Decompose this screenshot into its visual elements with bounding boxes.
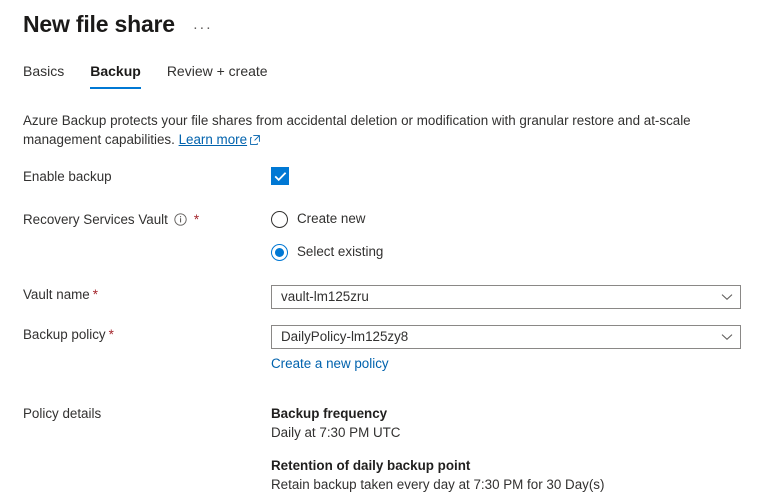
- chevron-down-icon: [721, 293, 733, 301]
- tab-bar: Basics Backup Review + create: [0, 62, 758, 89]
- policy-detail-retention-body: Retain backup taken every day at 7:30 PM…: [271, 477, 605, 492]
- policy-detail-retention-heading: Retention of daily backup point: [271, 458, 471, 473]
- policy-detail-frequency-heading: Backup frequency: [271, 406, 388, 421]
- policy-detail-frequency: Backup frequency Daily at 7:30 PM UTC: [271, 404, 758, 442]
- policy-details-label: Policy details: [23, 406, 102, 421]
- radio-create-new-label: Create new: [297, 211, 366, 226]
- backup-policy-label-text: Backup policy: [23, 327, 106, 342]
- backup-policy-label: Backup policy *: [23, 325, 271, 344]
- more-options-icon[interactable]: ···: [193, 20, 213, 35]
- policy-detail-retention: Retention of daily backup point Retain b…: [271, 456, 758, 494]
- chevron-down-icon: [721, 333, 733, 341]
- backup-form: Enable backup Recovery Services Vault * C…: [0, 167, 758, 494]
- recovery-services-vault-label-text: Recovery Services Vault: [23, 212, 168, 227]
- backup-policy-required: *: [108, 327, 114, 342]
- description-text: Azure Backup protects your file shares f…: [23, 111, 753, 149]
- row-recovery-services-vault: Recovery Services Vault * Create new Sele…: [23, 210, 758, 261]
- tab-basics[interactable]: Basics: [23, 62, 64, 89]
- vault-name-required: *: [92, 287, 98, 302]
- row-backup-policy: Backup policy * DailyPolicy-lm125zy8 Crea…: [23, 325, 758, 373]
- backup-policy-field: DailyPolicy-lm125zy8 Create a new policy: [271, 325, 758, 373]
- enable-backup-field: [271, 167, 758, 185]
- info-icon[interactable]: [174, 213, 187, 226]
- backup-policy-value: DailyPolicy-lm125zy8: [281, 329, 409, 344]
- page-title: New file share: [23, 11, 175, 37]
- row-policy-details: Policy details Backup frequency Daily at…: [23, 404, 758, 494]
- tab-backup[interactable]: Backup: [90, 62, 141, 89]
- checkmark-icon: [274, 171, 286, 181]
- recovery-services-vault-label: Recovery Services Vault *: [23, 210, 271, 229]
- vault-name-label-text: Vault name: [23, 287, 90, 302]
- radio-create-new-indicator: [271, 210, 288, 228]
- radio-select-existing-label: Select existing: [297, 244, 384, 259]
- policy-details-field: Backup frequency Daily at 7:30 PM UTC Re…: [271, 404, 758, 494]
- row-enable-backup: Enable backup: [23, 167, 758, 186]
- policy-detail-frequency-body: Daily at 7:30 PM UTC: [271, 425, 401, 440]
- row-vault-name: Vault name * vault-lm125zru: [23, 285, 758, 309]
- backup-policy-select[interactable]: DailyPolicy-lm125zy8: [271, 325, 741, 349]
- learn-more-link[interactable]: Learn more: [179, 132, 247, 147]
- vault-name-value: vault-lm125zru: [281, 289, 369, 304]
- vault-name-label: Vault name *: [23, 285, 271, 304]
- radio-select-existing[interactable]: Select existing: [271, 243, 758, 261]
- recovery-services-vault-field: Create new Select existing: [271, 210, 758, 261]
- radio-create-new[interactable]: Create new: [271, 210, 758, 228]
- vault-mode-radio-group: Create new Select existing: [271, 210, 758, 261]
- description-body: Azure Backup protects your file shares f…: [23, 113, 691, 147]
- radio-select-existing-indicator: [271, 243, 288, 261]
- page-header: New file share ···: [0, 0, 758, 39]
- external-link-icon: [250, 135, 260, 145]
- tab-review-create[interactable]: Review + create: [167, 62, 268, 89]
- enable-backup-checkbox[interactable]: [271, 167, 289, 185]
- enable-backup-label: Enable backup: [23, 169, 112, 184]
- create-new-policy-link[interactable]: Create a new policy: [271, 356, 389, 371]
- vault-name-select[interactable]: vault-lm125zru: [271, 285, 741, 309]
- recovery-services-vault-required: *: [193, 212, 200, 227]
- vault-name-field: vault-lm125zru: [271, 285, 758, 309]
